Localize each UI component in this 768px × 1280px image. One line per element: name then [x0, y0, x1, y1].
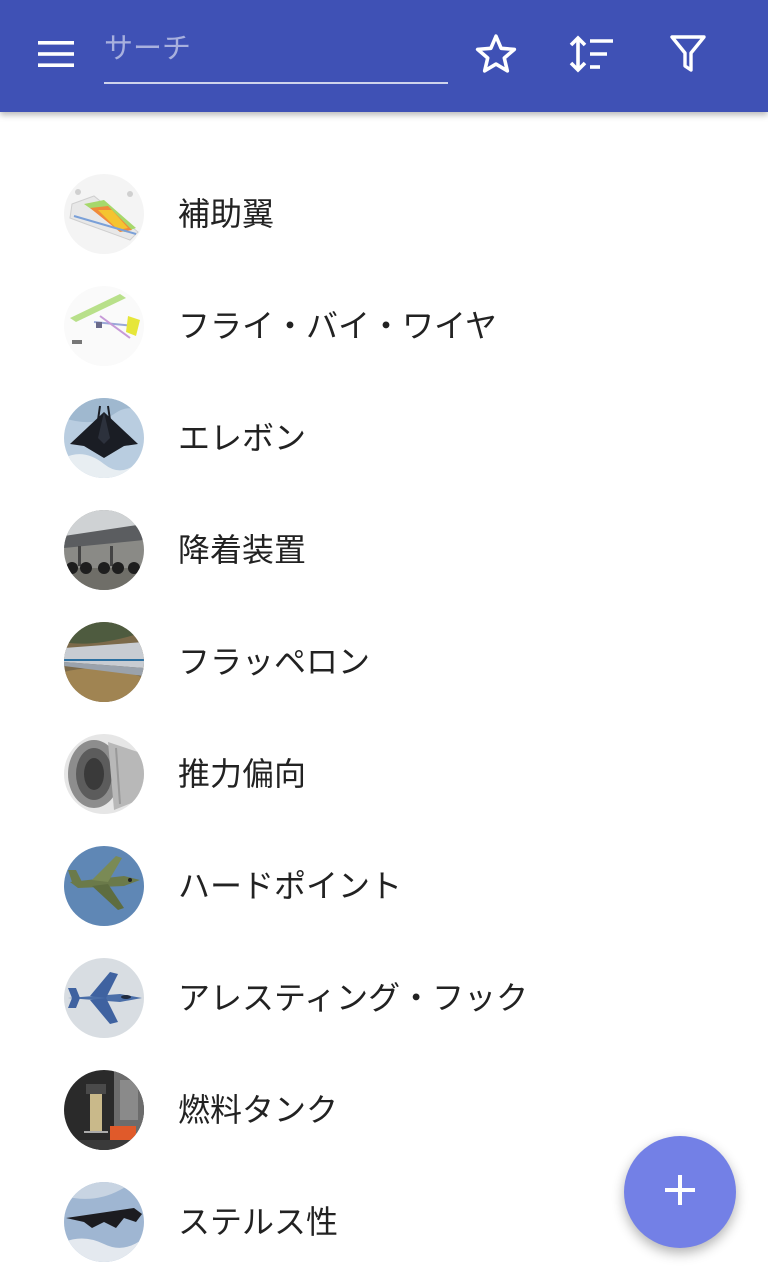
item-label: エレボン	[178, 419, 307, 457]
attack-jet-photo-thumbnail	[64, 846, 144, 926]
landing-gear-photo-thumbnail	[64, 510, 144, 590]
fighter-jet-photo-thumbnail	[64, 958, 144, 1038]
list-item[interactable]: ハードポイント	[0, 830, 768, 942]
item-label: ハードポイント	[178, 867, 403, 905]
wing-flap-photo-thumbnail	[64, 622, 144, 702]
item-label: フライ・バイ・ワイヤ	[178, 307, 498, 345]
stealth-fighter-photo-thumbnail	[64, 398, 144, 478]
menu-button[interactable]	[24, 32, 88, 80]
list-item[interactable]: 降着装置	[0, 494, 768, 606]
sort-button[interactable]	[563, 28, 619, 84]
list-item[interactable]: アレスティング・フック	[0, 942, 768, 1054]
filter-button[interactable]	[660, 28, 716, 84]
stealth-bomber-photo-thumbnail	[64, 1182, 144, 1262]
item-label: 燃料タンク	[178, 1091, 339, 1129]
item-label: 推力偏向	[178, 755, 307, 793]
filter-icon	[670, 34, 706, 78]
plus-icon	[664, 1174, 696, 1210]
app-screen: 補助翼 フライ・バイ・ワイヤ	[0, 0, 768, 1280]
list-item[interactable]: フラッペロン	[0, 606, 768, 718]
app-toolbar	[0, 0, 768, 112]
fly-by-wire-diagram-thumbnail	[64, 286, 144, 366]
list-item[interactable]: 推力偏向	[0, 718, 768, 830]
add-button[interactable]	[624, 1136, 736, 1248]
list-item[interactable]: エレボン	[0, 382, 768, 494]
star-outline-icon	[475, 33, 517, 79]
hamburger-menu-icon	[38, 41, 74, 71]
item-label: 降着装置	[178, 531, 307, 569]
search-field[interactable]	[104, 20, 448, 84]
aileron-diagram-thumbnail	[64, 174, 144, 254]
item-label: 補助翼	[178, 195, 275, 233]
topic-list: 補助翼 フライ・バイ・ワイヤ エレボン 降着装置 フラッペロン 推力偏向 ハード…	[0, 158, 768, 1278]
favorites-button[interactable]	[468, 28, 524, 84]
list-item[interactable]: フライ・バイ・ワイヤ	[0, 270, 768, 382]
sort-icon	[568, 34, 614, 78]
fuel-tank-photo-thumbnail	[64, 1070, 144, 1150]
item-label: フラッペロン	[178, 643, 371, 681]
nozzle-photo-thumbnail	[64, 734, 144, 814]
item-label: ステルス性	[178, 1203, 339, 1241]
search-input[interactable]	[104, 26, 444, 70]
item-label: アレスティング・フック	[178, 979, 529, 1017]
list-item[interactable]: 補助翼	[0, 158, 768, 270]
